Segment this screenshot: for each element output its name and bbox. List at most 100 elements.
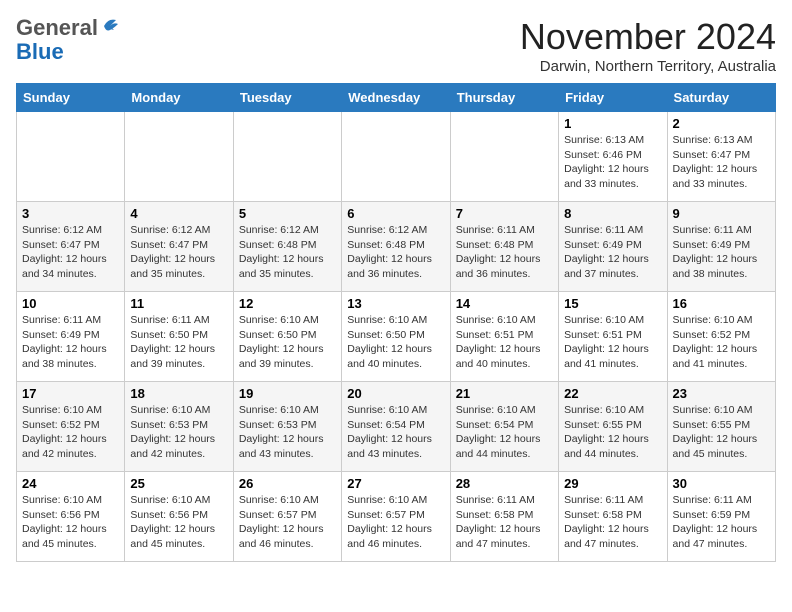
logo-bird-icon (100, 16, 122, 36)
day-info: Sunrise: 6:10 AM Sunset: 6:54 PM Dayligh… (347, 403, 444, 462)
day-number: 11 (130, 296, 227, 311)
day-number: 21 (456, 386, 553, 401)
day-info: Sunrise: 6:12 AM Sunset: 6:47 PM Dayligh… (22, 223, 119, 282)
calendar-week-3: 10Sunrise: 6:11 AM Sunset: 6:49 PM Dayli… (17, 292, 776, 382)
calendar-cell: 10Sunrise: 6:11 AM Sunset: 6:49 PM Dayli… (17, 292, 125, 382)
day-number: 15 (564, 296, 661, 311)
calendar-week-2: 3 Sunrise: 6:12 AM Sunset: 6:47 PM Daylig… (17, 202, 776, 292)
day-number: 1 (564, 116, 661, 131)
day-number: 22 (564, 386, 661, 401)
calendar-cell: 26 Sunrise: 6:10 AM Sunset: 6:57 PM Dayli… (233, 472, 341, 562)
day-info: Sunrise: 6:10 AM Sunset: 6:57 PM Dayligh… (239, 493, 336, 552)
day-number: 4 (130, 206, 227, 221)
calendar-cell (233, 112, 341, 202)
day-number: 20 (347, 386, 444, 401)
day-number: 24 (22, 476, 119, 491)
calendar-cell: 25 Sunrise: 6:10 AM Sunset: 6:56 PM Dayli… (125, 472, 233, 562)
calendar-week-1: 1Sunrise: 6:13 AM Sunset: 6:46 PM Daylig… (17, 112, 776, 202)
day-info: Sunrise: 6:10 AM Sunset: 6:50 PM Dayligh… (347, 313, 444, 372)
day-number: 19 (239, 386, 336, 401)
day-info: Sunrise: 6:10 AM Sunset: 6:53 PM Dayligh… (239, 403, 336, 462)
location-text: Darwin, Northern Territory, Australia (520, 58, 776, 75)
logo-general-text: General (16, 16, 98, 40)
day-number: 3 (22, 206, 119, 221)
day-info: Sunrise: 6:10 AM Sunset: 6:56 PM Dayligh… (130, 493, 227, 552)
day-number: 12 (239, 296, 336, 311)
day-info: Sunrise: 6:12 AM Sunset: 6:47 PM Dayligh… (130, 223, 227, 282)
day-number: 18 (130, 386, 227, 401)
day-number: 13 (347, 296, 444, 311)
day-number: 9 (673, 206, 770, 221)
column-header-saturday: Saturday (667, 84, 775, 112)
logo: General Blue (16, 16, 122, 64)
calendar-week-5: 24 Sunrise: 6:10 AM Sunset: 6:56 PM Dayli… (17, 472, 776, 562)
calendar-cell: 13 Sunrise: 6:10 AM Sunset: 6:50 PM Dayli… (342, 292, 450, 382)
calendar-cell: 2 Sunrise: 6:13 AM Sunset: 6:47 PM Daylig… (667, 112, 775, 202)
column-header-monday: Monday (125, 84, 233, 112)
day-info: Sunrise: 6:13 AM Sunset: 6:47 PM Dayligh… (673, 133, 770, 192)
calendar-cell (125, 112, 233, 202)
day-number: 8 (564, 206, 661, 221)
calendar-cell: 14Sunrise: 6:10 AM Sunset: 6:51 PM Dayli… (450, 292, 558, 382)
calendar-cell: 5Sunrise: 6:12 AM Sunset: 6:48 PM Daylig… (233, 202, 341, 292)
day-number: 27 (347, 476, 444, 491)
day-info: Sunrise: 6:10 AM Sunset: 6:52 PM Dayligh… (673, 313, 770, 372)
calendar-cell: 17Sunrise: 6:10 AM Sunset: 6:52 PM Dayli… (17, 382, 125, 472)
day-number: 10 (22, 296, 119, 311)
calendar-cell: 16Sunrise: 6:10 AM Sunset: 6:52 PM Dayli… (667, 292, 775, 382)
day-info: Sunrise: 6:12 AM Sunset: 6:48 PM Dayligh… (239, 223, 336, 282)
header: General Blue November 2024 Darwin, North… (16, 16, 776, 75)
calendar-cell: 19 Sunrise: 6:10 AM Sunset: 6:53 PM Dayli… (233, 382, 341, 472)
calendar-cell: 23Sunrise: 6:10 AM Sunset: 6:55 PM Dayli… (667, 382, 775, 472)
calendar-cell (17, 112, 125, 202)
calendar-cell: 7Sunrise: 6:11 AM Sunset: 6:48 PM Daylig… (450, 202, 558, 292)
calendar-cell: 3 Sunrise: 6:12 AM Sunset: 6:47 PM Daylig… (17, 202, 125, 292)
calendar-cell: 8 Sunrise: 6:11 AM Sunset: 6:49 PM Daylig… (559, 202, 667, 292)
day-number: 23 (673, 386, 770, 401)
day-number: 30 (673, 476, 770, 491)
column-header-tuesday: Tuesday (233, 84, 341, 112)
calendar-table: SundayMondayTuesdayWednesdayThursdayFrid… (16, 83, 776, 562)
day-info: Sunrise: 6:11 AM Sunset: 6:50 PM Dayligh… (130, 313, 227, 372)
calendar-cell: 27 Sunrise: 6:10 AM Sunset: 6:57 PM Dayli… (342, 472, 450, 562)
calendar-cell: 1Sunrise: 6:13 AM Sunset: 6:46 PM Daylig… (559, 112, 667, 202)
day-number: 14 (456, 296, 553, 311)
day-number: 29 (564, 476, 661, 491)
day-info: Sunrise: 6:10 AM Sunset: 6:52 PM Dayligh… (22, 403, 119, 462)
calendar-cell: 18Sunrise: 6:10 AM Sunset: 6:53 PM Dayli… (125, 382, 233, 472)
calendar-cell: 21 Sunrise: 6:10 AM Sunset: 6:54 PM Dayli… (450, 382, 558, 472)
day-info: Sunrise: 6:12 AM Sunset: 6:48 PM Dayligh… (347, 223, 444, 282)
calendar-cell: 12 Sunrise: 6:10 AM Sunset: 6:50 PM Dayli… (233, 292, 341, 382)
calendar-week-4: 17Sunrise: 6:10 AM Sunset: 6:52 PM Dayli… (17, 382, 776, 472)
day-info: Sunrise: 6:10 AM Sunset: 6:57 PM Dayligh… (347, 493, 444, 552)
calendar-cell: 30 Sunrise: 6:11 AM Sunset: 6:59 PM Dayli… (667, 472, 775, 562)
logo-blue-text: Blue (16, 40, 64, 64)
day-info: Sunrise: 6:10 AM Sunset: 6:55 PM Dayligh… (564, 403, 661, 462)
day-info: Sunrise: 6:11 AM Sunset: 6:58 PM Dayligh… (456, 493, 553, 552)
column-header-sunday: Sunday (17, 84, 125, 112)
day-info: Sunrise: 6:11 AM Sunset: 6:49 PM Dayligh… (564, 223, 661, 282)
day-info: Sunrise: 6:10 AM Sunset: 6:56 PM Dayligh… (22, 493, 119, 552)
column-header-friday: Friday (559, 84, 667, 112)
day-number: 2 (673, 116, 770, 131)
calendar-cell: 9 Sunrise: 6:11 AM Sunset: 6:49 PM Daylig… (667, 202, 775, 292)
title-section: November 2024 Darwin, Northern Territory… (520, 16, 776, 75)
day-number: 6 (347, 206, 444, 221)
day-info: Sunrise: 6:11 AM Sunset: 6:49 PM Dayligh… (673, 223, 770, 282)
header-row: SundayMondayTuesdayWednesdayThursdayFrid… (17, 84, 776, 112)
calendar-cell: 15 Sunrise: 6:10 AM Sunset: 6:51 PM Dayli… (559, 292, 667, 382)
day-info: Sunrise: 6:11 AM Sunset: 6:59 PM Dayligh… (673, 493, 770, 552)
calendar-cell: 29Sunrise: 6:11 AM Sunset: 6:58 PM Dayli… (559, 472, 667, 562)
day-info: Sunrise: 6:10 AM Sunset: 6:54 PM Dayligh… (456, 403, 553, 462)
calendar-cell: 28Sunrise: 6:11 AM Sunset: 6:58 PM Dayli… (450, 472, 558, 562)
calendar-cell: 20 Sunrise: 6:10 AM Sunset: 6:54 PM Dayli… (342, 382, 450, 472)
day-info: Sunrise: 6:11 AM Sunset: 6:48 PM Dayligh… (456, 223, 553, 282)
day-number: 26 (239, 476, 336, 491)
day-number: 25 (130, 476, 227, 491)
day-info: Sunrise: 6:10 AM Sunset: 6:51 PM Dayligh… (564, 313, 661, 372)
calendar-body: 1Sunrise: 6:13 AM Sunset: 6:46 PM Daylig… (17, 112, 776, 562)
day-info: Sunrise: 6:10 AM Sunset: 6:50 PM Dayligh… (239, 313, 336, 372)
calendar-cell: 6 Sunrise: 6:12 AM Sunset: 6:48 PM Daylig… (342, 202, 450, 292)
calendar-cell (450, 112, 558, 202)
calendar-cell: 22 Sunrise: 6:10 AM Sunset: 6:55 PM Dayli… (559, 382, 667, 472)
